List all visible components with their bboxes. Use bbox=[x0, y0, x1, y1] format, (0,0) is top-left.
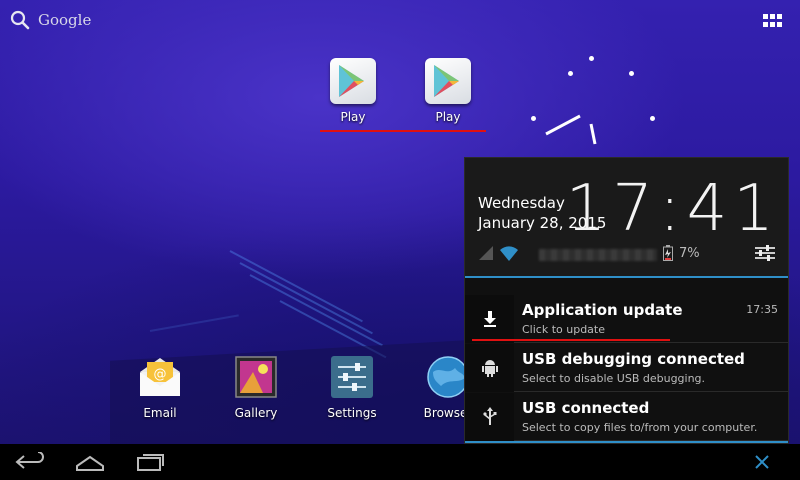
notification-title: USB connected bbox=[522, 399, 650, 417]
google-search-widget[interactable]: Google bbox=[10, 10, 91, 30]
date-day: Wednesday bbox=[478, 194, 565, 212]
notification-subtitle: Select to disable USB debugging. bbox=[522, 372, 706, 385]
notification-application-update[interactable]: Application update Click to update 17:35 bbox=[465, 295, 788, 343]
dock-app-settings[interactable]: Settings bbox=[315, 354, 389, 420]
dock-app-label: Email bbox=[143, 406, 177, 420]
status-row: 7% bbox=[479, 244, 779, 264]
android-debug-icon bbox=[465, 344, 514, 392]
notification-panel: Wednesday January 28, 2015 17:41 7% Appl… bbox=[464, 157, 789, 444]
panel-bottom-edge bbox=[465, 441, 788, 443]
quick-settings-icon[interactable] bbox=[755, 244, 775, 262]
recents-icon bbox=[137, 454, 164, 471]
close-icon bbox=[755, 455, 769, 469]
home-app-play-1[interactable]: Play bbox=[318, 58, 388, 124]
back-button[interactable] bbox=[14, 451, 48, 472]
home-app-play-2[interactable]: Play bbox=[413, 58, 483, 124]
download-icon bbox=[465, 295, 514, 343]
notification-usb-connected[interactable]: USB connected Select to copy files to/fr… bbox=[465, 393, 788, 441]
svg-text:@: @ bbox=[154, 367, 167, 382]
recents-button[interactable] bbox=[135, 452, 169, 472]
notification-usb-debugging[interactable]: USB debugging connected Select to disabl… bbox=[465, 344, 788, 392]
home-app-label: Play bbox=[340, 110, 366, 124]
play-store-icon bbox=[425, 58, 471, 104]
dock-app-email[interactable]: @ Email bbox=[123, 354, 197, 420]
gallery-icon bbox=[233, 354, 279, 400]
home-app-label: Play bbox=[435, 110, 461, 124]
red-underline-annotation bbox=[320, 130, 486, 132]
notification-title: USB debugging connected bbox=[522, 350, 745, 368]
red-underline-annotation bbox=[472, 339, 670, 341]
clock-time: 17:41 bbox=[565, 172, 780, 246]
dock-app-label: Settings bbox=[327, 406, 377, 420]
search-label: Google bbox=[38, 11, 92, 29]
battery-percent: 7% bbox=[679, 246, 700, 261]
wifi-icon bbox=[500, 246, 518, 261]
all-apps-grid-icon[interactable] bbox=[763, 14, 783, 28]
home-button[interactable] bbox=[73, 452, 107, 472]
notification-subtitle: Select to copy files to/from your comput… bbox=[522, 421, 758, 434]
notification-title: Application update bbox=[522, 301, 683, 319]
notification-time: 17:35 bbox=[746, 303, 778, 316]
carrier-name-redacted bbox=[539, 249, 657, 261]
search-icon bbox=[10, 10, 30, 30]
header-divider bbox=[465, 276, 788, 278]
home-icon bbox=[76, 455, 104, 471]
signal-icon bbox=[479, 246, 493, 260]
notification-subtitle: Click to update bbox=[522, 323, 606, 336]
navigation-bar bbox=[0, 444, 800, 480]
notification-header: Wednesday January 28, 2015 17:41 7% bbox=[465, 158, 788, 278]
battery-icon bbox=[663, 245, 673, 261]
settings-icon bbox=[329, 354, 375, 400]
close-notifications-button[interactable] bbox=[752, 452, 772, 472]
back-icon bbox=[15, 451, 44, 469]
play-store-icon bbox=[330, 58, 376, 104]
usb-icon bbox=[465, 393, 514, 441]
email-icon: @ bbox=[137, 354, 183, 400]
dock-app-gallery[interactable]: Gallery bbox=[219, 354, 293, 420]
dock-app-label: Gallery bbox=[234, 406, 278, 420]
